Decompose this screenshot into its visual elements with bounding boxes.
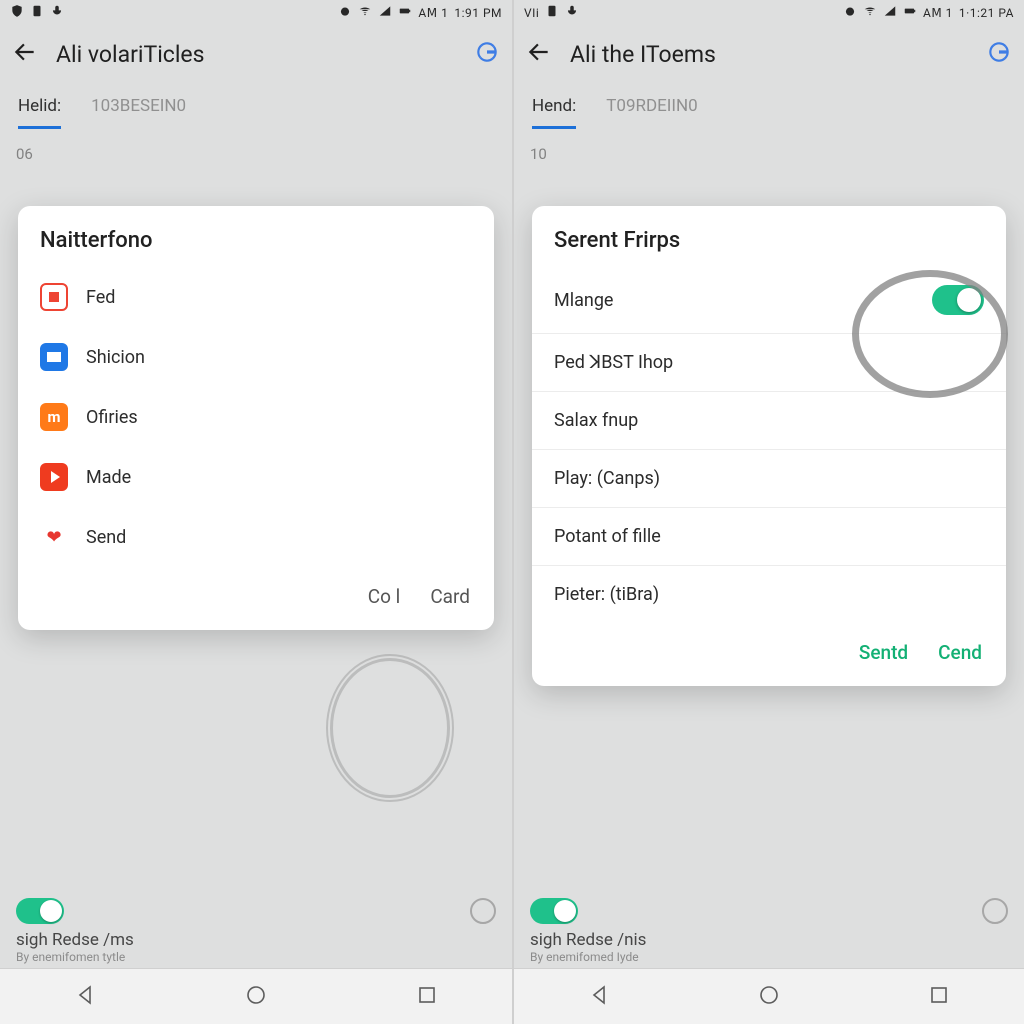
list-item-label: Salax fnup [554, 410, 638, 431]
dialog-list: Fed Shicion Ofiries Made Send [18, 267, 494, 567]
dialog-title: Naitterfono [18, 226, 494, 267]
app-icon [40, 463, 68, 491]
radio-outline[interactable] [982, 898, 1008, 924]
item-toggle[interactable] [932, 285, 984, 315]
list-item[interactable]: Ofiries [18, 387, 494, 447]
setting-toggle[interactable] [16, 898, 64, 924]
phone-left: AⅯ 1 1:91 PM Ali volariTicles Helid: 103… [0, 0, 512, 1024]
app-icon [40, 343, 68, 371]
bottom-area: sigh Redse /nis By enemifomed Iyde [514, 888, 1024, 964]
nav-home-icon[interactable] [757, 983, 781, 1011]
dialog-action-primary[interactable]: Cend [938, 641, 982, 664]
nav-home-icon[interactable] [244, 983, 268, 1011]
footer-subtitle: By enemifomed Iyde [530, 950, 1008, 964]
app-icon [40, 523, 68, 551]
list-item-label: Pieter: (tiBra) [554, 584, 659, 605]
share-dialog: Naitterfono Fed Shicion Ofiries Made Sen… [18, 206, 494, 630]
list-item-label: Play: (Canps) [554, 468, 660, 489]
app-icon [40, 403, 68, 431]
setting-toggle[interactable] [530, 898, 578, 924]
app-icon [40, 283, 68, 311]
footer-subtitle: By enemifomen tytle [16, 950, 496, 964]
list-item[interactable]: Mlange [532, 267, 1006, 334]
list-item[interactable]: Send [18, 507, 494, 567]
list-item[interactable]: Salax fnup [532, 392, 1006, 450]
list-item[interactable]: Fed [18, 267, 494, 327]
dialog-action-secondary[interactable]: Co l [368, 585, 401, 608]
dialog-title: Serent Frirps [532, 226, 1006, 267]
footer-title: sigh Redse /nis [530, 930, 1008, 950]
dialog-action-primary[interactable]: Card [430, 585, 470, 608]
list-item[interactable]: Made [18, 447, 494, 507]
list-item[interactable]: Pieter: (tiBra) [532, 566, 1006, 623]
system-nav [0, 968, 512, 1024]
list-item-label: Shicion [86, 347, 145, 368]
list-item-label: Made [86, 467, 131, 488]
nav-recent-icon[interactable] [415, 983, 439, 1011]
nav-back-icon[interactable] [587, 983, 611, 1011]
list-item-label: Send [86, 527, 126, 548]
list-item[interactable]: Ped ꓘBST Ihop [532, 334, 1006, 392]
dialog-actions: Co l Card [18, 567, 494, 620]
radio-outline[interactable] [470, 898, 496, 924]
settings-dialog: Serent Frirps Mlange Ped ꓘBST Ihop Salax… [532, 206, 1006, 686]
phone-right: VIi AⅯ 1 1·1:21 PA Ali the IToems [512, 0, 1024, 1024]
dialog-actions: Sentd Cend [532, 623, 1006, 676]
list-item-label: Ofiries [86, 407, 138, 428]
nav-recent-icon[interactable] [927, 983, 951, 1011]
list-item-label: Fed [86, 287, 115, 308]
list-item-label: Ped ꓘBST Ihop [554, 352, 673, 373]
list-item-label: Potant of fille [554, 526, 661, 547]
system-nav [514, 968, 1024, 1024]
dialog-list: Mlange Ped ꓘBST Ihop Salax fnup Play: (C… [532, 267, 1006, 623]
bottom-area: sigh Redse /ms By enemifomen tytle [0, 888, 512, 964]
list-item[interactable]: Potant of fille [532, 508, 1006, 566]
dialog-action-secondary[interactable]: Sentd [859, 641, 908, 664]
list-item-label: Mlange [554, 290, 613, 311]
nav-back-icon[interactable] [73, 983, 97, 1011]
list-item[interactable]: Shicion [18, 327, 494, 387]
list-item[interactable]: Play: (Canps) [532, 450, 1006, 508]
footer-title: sigh Redse /ms [16, 930, 496, 950]
